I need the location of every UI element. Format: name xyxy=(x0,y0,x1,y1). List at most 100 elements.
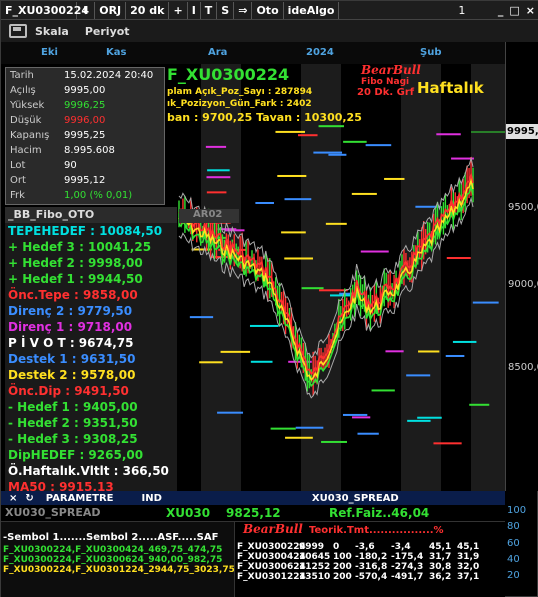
fib-level-mark xyxy=(351,192,377,195)
info-value: 9995,12 xyxy=(64,175,106,186)
i-button[interactable]: I xyxy=(188,1,201,19)
date-label-eki: Eki xyxy=(41,47,58,58)
theoretical-cell: -491,7 xyxy=(391,572,424,582)
weekly-label: Haftalık xyxy=(417,79,484,97)
theoretical-header: Teorik.Tmt.................% xyxy=(309,525,444,536)
fibo-label: Fibo Nagi xyxy=(361,77,410,87)
theoretical-cell: 10645 xyxy=(299,552,331,562)
theoretical-row: F_XU030042410645 100 -180,2 -175,4 31,7 31,9 xyxy=(237,552,505,562)
fib-level-mark xyxy=(452,340,477,343)
close-icon[interactable]: × xyxy=(9,493,17,504)
info-row: Düşük 9996,00 xyxy=(6,113,164,128)
bottom-toolbar: × ↻ PARAMETRE IND XU030_SPREAD xyxy=(1,491,505,505)
fib-level-mark xyxy=(433,442,462,445)
theoretical-cell: 0 xyxy=(333,542,340,552)
window-controls: 1 _ □ × xyxy=(432,4,538,17)
date-label-2024: 2024 xyxy=(306,47,334,58)
fib-level-mark xyxy=(319,289,348,292)
menu-periyot[interactable]: Periyot xyxy=(85,25,130,38)
parameter-button[interactable]: PARAMETRE xyxy=(46,493,114,504)
maximize-icon[interactable]: □ xyxy=(509,4,519,17)
fib-level-mark xyxy=(281,231,306,234)
menu-bar: Skala Periyot xyxy=(1,20,538,42)
theoretical-cell: 32,0 xyxy=(457,562,480,572)
fib-level-mark xyxy=(255,201,274,204)
info-row: Açılış 9995,00 xyxy=(6,83,164,98)
fib-level-mark xyxy=(284,198,312,201)
theoretical-cell: -3,4 xyxy=(391,542,411,552)
fib-level-mark xyxy=(301,287,324,290)
theoretical-cell: 11252 xyxy=(299,562,331,572)
theoretical-price-table: BearBull Teorik.Tmt.................% F_… xyxy=(234,522,505,597)
fib-level-mark xyxy=(365,144,392,147)
theoretical-cell: 45,1 xyxy=(429,542,452,552)
price-tick: 9000,0 xyxy=(508,279,538,290)
theoretical-row: F_XU030122413510 200 -570,4 -491,7 36,2 37,1 xyxy=(237,572,505,582)
menu-skala[interactable]: Skala xyxy=(35,25,69,38)
level-row: + Hedef 2 : 9998,00 xyxy=(8,256,143,270)
refresh-icon[interactable]: ↻ xyxy=(25,493,33,504)
fib-level-mark xyxy=(446,257,471,260)
save-icon[interactable] xyxy=(9,24,27,38)
week-band xyxy=(471,64,505,491)
info-value: 9995,25 xyxy=(64,130,106,141)
level-row: - Hedef 1 : 9405,00 xyxy=(8,400,138,414)
fib-level-mark xyxy=(472,301,499,304)
theoretical-cell: 30,8 xyxy=(429,562,452,572)
theoretical-cell: F_XU0300624 xyxy=(237,562,306,572)
symbol-selector[interactable]: F_XU0300224 xyxy=(1,1,89,19)
close-icon[interactable]: × xyxy=(526,4,535,17)
axis-tick: 60 xyxy=(507,538,520,549)
fib-level-mark xyxy=(217,411,244,414)
arrow-button[interactable]: ⇒ xyxy=(234,1,253,19)
level-row: Önc.Tepe : 9858,00 xyxy=(8,288,138,302)
idealgo-button[interactable]: ideAlgo xyxy=(284,1,340,19)
oto-button[interactable]: Oto xyxy=(252,1,284,19)
open-position-count: plam Açık_Poz_Sayı : 287894 xyxy=(167,87,313,97)
index-value: 9825,12 xyxy=(226,506,281,520)
ind-button[interactable]: IND xyxy=(142,493,162,504)
s-button[interactable]: S xyxy=(217,1,235,19)
fib-level-mark xyxy=(285,436,313,439)
period-selector[interactable]: 20 dk xyxy=(126,1,170,19)
fib-level-mark xyxy=(275,130,305,133)
indicator-tag: AR02 xyxy=(179,209,239,223)
index-name: XU030 xyxy=(166,506,211,520)
level-row: Direnç 2 : 9779,50 xyxy=(8,304,133,318)
level-row: DipHEDEF : 9265,00 xyxy=(8,448,144,462)
date-label-sub: Şub xyxy=(420,47,442,58)
fib-level-mark xyxy=(206,191,227,194)
theoretical-cell: F_XU0300224 xyxy=(237,542,306,552)
theoretical-cell: -3,6 xyxy=(355,542,375,552)
fib-level-mark xyxy=(328,153,347,156)
date-label-kas: Kas xyxy=(106,47,127,58)
info-row: Ort 9995,12 xyxy=(6,173,164,188)
minimize-icon[interactable]: _ xyxy=(498,4,504,17)
level-row: - Hedef 3 : 9308,25 xyxy=(8,432,138,446)
add-button[interactable]: + xyxy=(169,1,188,19)
app-window: F_XU0300224 ⬇ ORJ 20 dk + I T S ⇒ Oto id… xyxy=(0,0,538,597)
theoretical-cell: 31,7 xyxy=(429,552,452,562)
level-row: + Hedef 1 : 9944,50 xyxy=(8,272,143,286)
level-row: - Hedef 2 : 9351,50 xyxy=(8,416,138,430)
fib-level-mark xyxy=(436,133,461,136)
info-row: Frk 1,00 (% 0,01) xyxy=(6,188,164,203)
t-button[interactable]: T xyxy=(201,1,218,19)
bearbull-logo: BearBull xyxy=(243,522,303,536)
theoretical-cell: -274,3 xyxy=(391,562,424,572)
level-row: Destek 2 : 9578,00 xyxy=(8,368,136,382)
fib-level-mark xyxy=(288,360,312,363)
spread-pair-row: F_XU0300224,F_XU0301224_2944,75_3023,75 xyxy=(3,565,235,575)
page-number: 1 xyxy=(458,3,466,17)
fib-level-mark xyxy=(298,134,318,137)
info-value: 1,00 (% 0,01) xyxy=(64,190,133,201)
theoretical-row: F_XU03002249999 0 -3,6 -3,4 45,1 45,1 xyxy=(237,542,505,552)
orj-button[interactable]: ORJ xyxy=(95,1,127,19)
download-icon[interactable]: ⬇ xyxy=(77,1,96,19)
price-axis[interactable]: 9500,0 9000,0 8500,0 9995,2 xyxy=(505,42,538,491)
fib-level-mark xyxy=(445,354,465,357)
info-key: Tarih xyxy=(10,70,34,81)
fib-level-mark xyxy=(277,174,307,177)
info-value: 8.995.608 xyxy=(64,145,115,156)
floor-ceiling: ban : 9700,25 Tavan : 10300,25 xyxy=(167,111,362,124)
